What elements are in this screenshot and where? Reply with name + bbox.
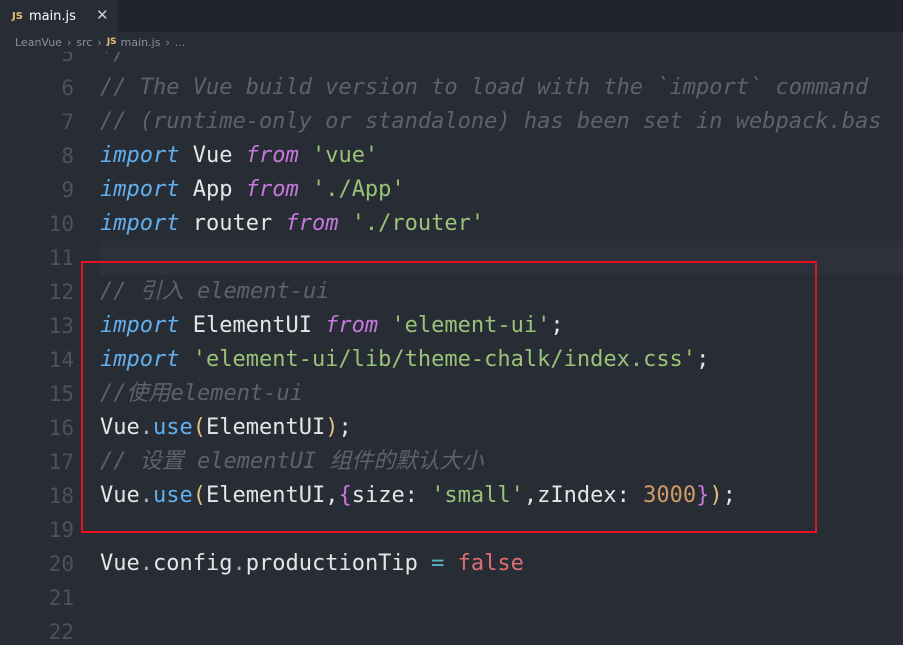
line-number: 11	[48, 246, 74, 270]
line-number: 13	[48, 314, 74, 338]
line-number: 19	[48, 518, 74, 542]
line-number: 16	[48, 416, 74, 440]
code-token: from	[245, 177, 299, 202]
code-line[interactable]: 8 import Vue from 'vue'	[0, 139, 903, 173]
line-number: 21	[48, 586, 74, 610]
code-line[interactable]: 7 // (runtime-only or standalone) has bee…	[0, 105, 903, 139]
code-token: import	[100, 143, 180, 168]
code-token: .	[139, 551, 153, 576]
code-text: // The Vue build version to load with th…	[100, 71, 868, 105]
code-token: from	[245, 143, 299, 168]
line-number: 20	[48, 552, 74, 576]
tab-main-js[interactable]: JS main.js ✕	[0, 0, 118, 32]
breadcrumb-item-src[interactable]: src	[76, 36, 92, 49]
code-line[interactable]: 21	[0, 581, 903, 615]
code-token: 'vue'	[311, 143, 379, 168]
line-number: 22	[48, 620, 74, 644]
code-line[interactable]: 22	[0, 615, 903, 645]
chevron-right-icon: ›	[165, 35, 170, 49]
line-number: 17	[48, 450, 74, 474]
code-text: import App from './App'	[100, 173, 405, 207]
line-number: 9	[61, 178, 74, 202]
line-number: 12	[48, 280, 74, 304]
code-token: */	[100, 52, 127, 66]
code-token: './router'	[351, 211, 485, 236]
code-token: Vue	[100, 551, 140, 576]
code-token: false	[457, 551, 524, 576]
code-token: import	[100, 177, 180, 202]
breadcrumb: LeanVue › src › JS main.js › ...	[0, 32, 903, 52]
line-number: 7	[61, 110, 74, 134]
code-text: */	[100, 52, 127, 71]
breadcrumb-item-leanvue[interactable]: LeanVue	[15, 36, 62, 49]
line-number: 6	[61, 76, 74, 100]
chevron-right-icon: ›	[66, 35, 72, 49]
code-token: import	[100, 211, 180, 236]
close-icon[interactable]: ✕	[96, 6, 109, 24]
chevron-right-icon: ›	[97, 35, 102, 49]
code-line[interactable]: 5 */	[0, 52, 903, 71]
code-token: productionTip	[245, 551, 432, 576]
breadcrumb-item-symbols[interactable]: ...	[175, 36, 186, 49]
line-number: 5	[61, 52, 74, 66]
breadcrumb-item-file[interactable]: main.js	[121, 36, 161, 49]
code-token: config	[153, 551, 233, 576]
code-line[interactable]: 6 // The Vue build version to load with t…	[0, 71, 903, 105]
tab-label: main.js	[28, 8, 76, 24]
javascript-file-icon: JS	[106, 37, 117, 47]
code-token: =	[431, 551, 445, 576]
code-token: // The Vue build version to load with th…	[100, 75, 869, 100]
line-number: 14	[48, 348, 74, 372]
code-token: router	[179, 211, 286, 236]
code-token: from	[285, 211, 339, 236]
code-token: .	[232, 551, 246, 576]
code-text: // (runtime-only or standalone) has been…	[100, 105, 881, 139]
code-token: App	[179, 177, 246, 202]
code-text: Vue.config.productionTip = false	[100, 547, 524, 581]
annotation-highlight-box	[81, 261, 817, 533]
code-line[interactable]: 20 Vue.config.productionTip = false	[0, 547, 903, 581]
javascript-file-icon: JS	[12, 10, 23, 22]
code-text: import router from './router'	[100, 207, 484, 241]
tab-bar: JS main.js ✕	[0, 0, 903, 32]
code-line[interactable]: 9 import App from './App'	[0, 173, 903, 207]
code-text: import Vue from 'vue'	[100, 139, 378, 173]
line-number: 15	[48, 382, 74, 406]
line-number: 10	[48, 212, 74, 236]
line-number: 8	[61, 144, 74, 168]
code-token: './App'	[311, 177, 405, 202]
code-line[interactable]: 10 import router from './router'	[0, 207, 903, 241]
code-token: // (runtime-only or standalone) has been…	[100, 109, 882, 134]
code-token: Vue	[179, 143, 246, 168]
line-number: 18	[48, 484, 74, 508]
